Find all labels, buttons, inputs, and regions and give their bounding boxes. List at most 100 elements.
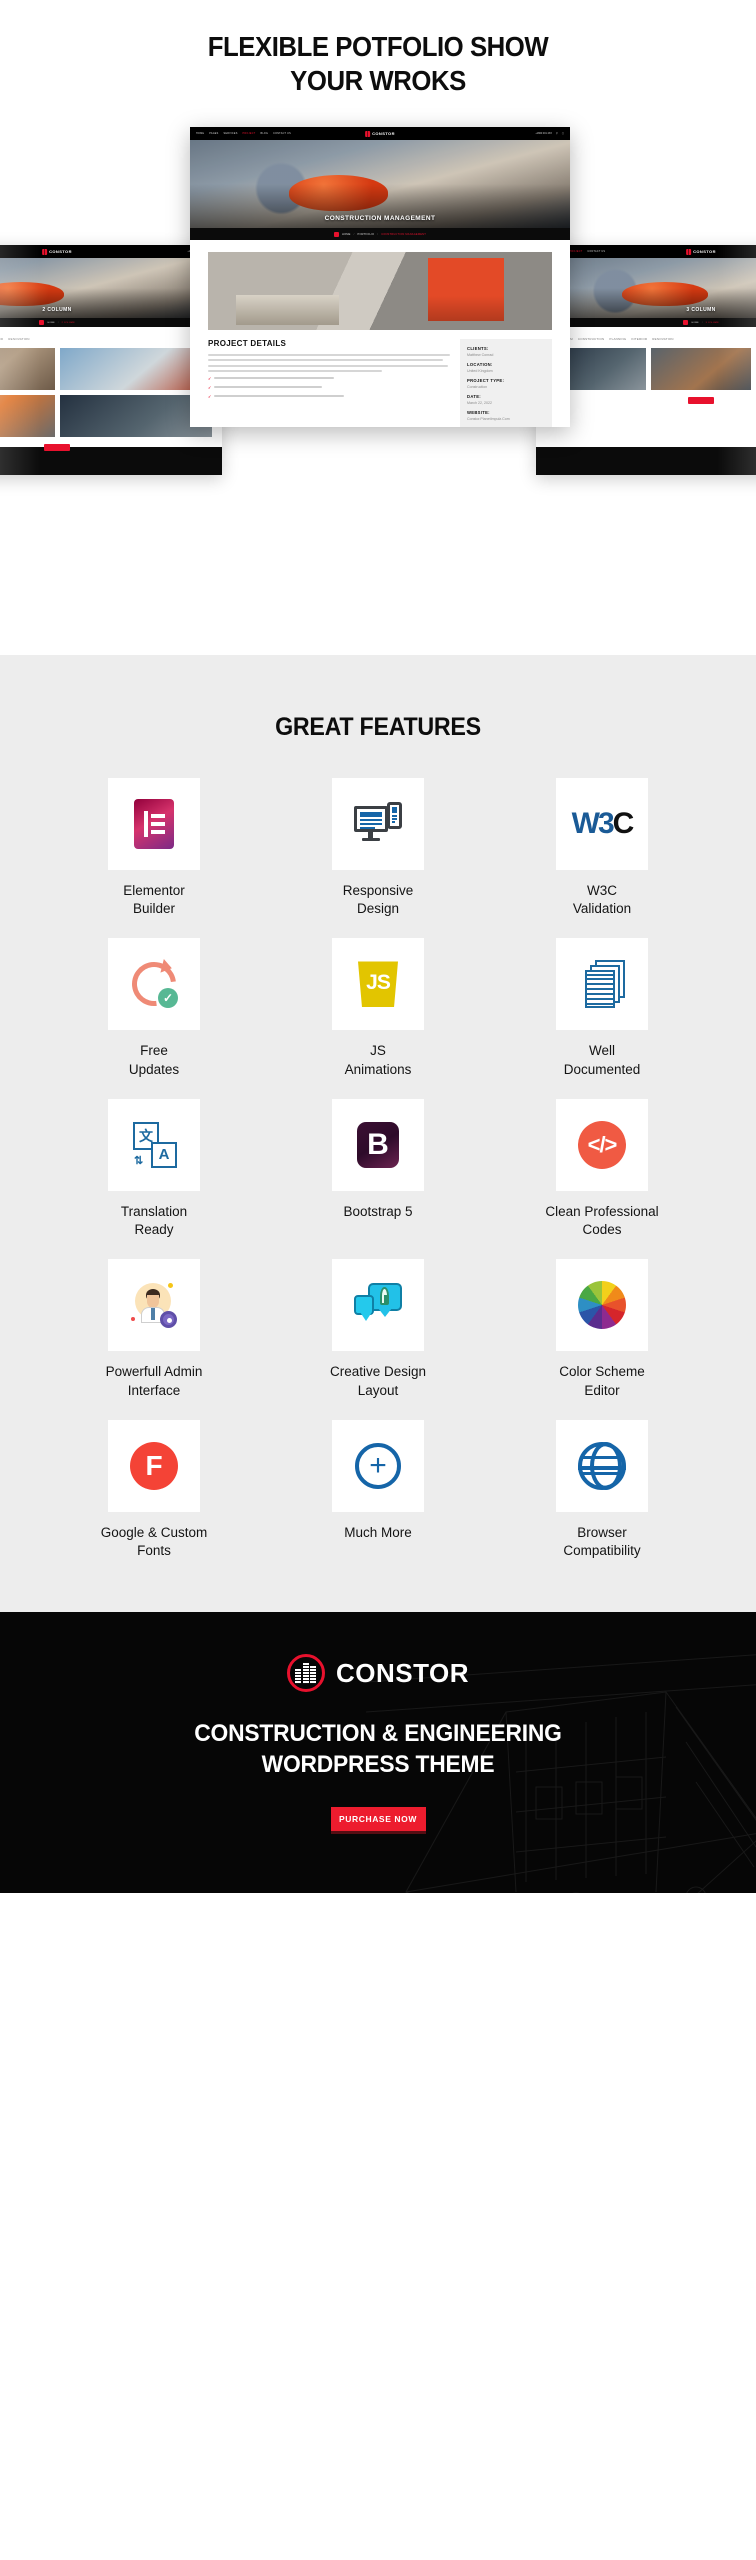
feature-label-line1: Browser — [577, 1524, 627, 1540]
brand-name: CONSTOR — [372, 131, 395, 137]
admin-user-icon — [129, 1281, 179, 1329]
feature-item-bootstrap-5[interactable]: B Bootstrap 5 — [266, 1098, 490, 1239]
phone-number: +1800 001 4XX — [535, 132, 552, 136]
feature-item-browser-compatibility[interactable]: Browser Compatibility — [490, 1419, 714, 1560]
hero-section: FLEXIBLE POTFOLIO SHOW YOUR WROKS HOME P… — [0, 0, 756, 655]
nav-link-pages[interactable]: PAGES — [209, 132, 218, 135]
feature-label-line1: Well — [588, 1043, 615, 1059]
feature-label: Browser Compatibility — [563, 1524, 640, 1560]
nav-link-home[interactable]: HOME — [196, 132, 204, 135]
brand-name: CONSTOR — [693, 249, 716, 255]
breadcrumb-home-icon — [39, 320, 45, 326]
check-text — [214, 386, 323, 389]
feature-icon-box: </> — [556, 1098, 648, 1191]
nav-link-project[interactable]: PROJECT — [570, 250, 583, 253]
portfolio-filter-bar[interactable]: ALL ITEM CONSTRUCTION PLANNING INTERIOR … — [0, 335, 212, 342]
breadcrumb-home-icon — [334, 231, 339, 237]
portfolio-thumb[interactable] — [0, 348, 55, 391]
w3c-icon: W3C — [571, 807, 635, 841]
feature-item-free-updates[interactable]: ✓ Free Updates — [42, 938, 266, 1078]
filter-planning[interactable]: PLANNING — [609, 337, 626, 341]
nav-link-blog[interactable]: BLOG — [260, 132, 268, 135]
text-line — [208, 354, 450, 357]
breadcrumb-separator: / — [701, 321, 703, 324]
feature-label: JS Animations — [345, 1042, 412, 1078]
mockup-brand-left[interactable]: CONSTOR — [42, 248, 72, 255]
check-text — [214, 395, 345, 398]
feature-label-line2: Layout — [357, 1382, 399, 1398]
feature-label-line1: Elementor — [123, 883, 185, 898]
mockup-hero-caption: CONSTRUCTION MANAGEMENT — [324, 215, 436, 223]
feature-item-js-animations[interactable]: JS JS Animations — [266, 938, 490, 1078]
meta-value: March 22, 2022 — [467, 401, 492, 406]
w3c-blue-text: W3 — [571, 807, 615, 840]
nav-link-contact[interactable]: CONTACT US — [273, 132, 291, 135]
mockup-brand-center[interactable]: CONSTOR — [365, 130, 395, 137]
feature-item-w3c-validation[interactable]: W3C W3C Validation — [490, 778, 714, 918]
filter-interior[interactable]: INTERIOR — [0, 337, 3, 341]
feature-item-clean-professional-codes[interactable]: </> Clean Professional Codes — [490, 1098, 714, 1239]
portfolio-thumb[interactable] — [0, 395, 55, 438]
cart-icon[interactable]: ▢ — [562, 132, 564, 135]
feature-label-line2: Interface — [127, 1382, 181, 1398]
feature-item-google-custom-fonts[interactable]: F Google & Custom Fonts — [42, 1419, 266, 1560]
feature-label-line2: Codes — [582, 1222, 622, 1238]
meta-key: DATE: — [467, 394, 481, 400]
meta-key: LOCATION: — [467, 362, 493, 368]
feature-label: Responsive Design — [343, 882, 414, 918]
javascript-icon: JS — [358, 961, 398, 1008]
feature-item-color-scheme-editor[interactable]: Color Scheme Editor — [490, 1259, 714, 1399]
feature-icon-box: F — [108, 1419, 200, 1512]
filter-construction[interactable]: CONSTRUCTION — [578, 337, 605, 341]
feature-item-creative-design-layout[interactable]: Creative Design Layout — [266, 1259, 490, 1399]
features-grid: Elementor Builder Responsive Design W3C … — [42, 778, 714, 1560]
mockup-project-detail[interactable]: HOME PAGES SERVICES PROJECT BLOG CONTACT… — [190, 127, 570, 428]
feature-label-line1: Creative Design — [329, 1364, 427, 1380]
portfolio-filter-bar[interactable]: ALL ITEM CONSTRUCTION PLANNING INTERIOR … — [546, 335, 756, 343]
feature-icon-box — [108, 1259, 200, 1352]
feature-item-powerfull-admin-interface[interactable]: Powerfull Admin Interface — [42, 1259, 266, 1399]
feature-icon-box: 文 ⇅ A — [108, 1098, 200, 1191]
breadcrumb-portfolio[interactable]: PORTFOLIO — [358, 233, 375, 236]
check-icon: ✓ — [208, 384, 212, 390]
nav-link-project[interactable]: PROJECT — [243, 132, 256, 135]
feature-item-much-more[interactable]: + Much More — [266, 1419, 490, 1560]
breadcrumb-current: 3 COLUMN — [705, 321, 719, 324]
load-more-button[interactable] — [688, 397, 714, 405]
nav-link-services[interactable]: SERVICES — [224, 132, 238, 135]
feature-item-elementor-builder[interactable]: Elementor Builder — [42, 778, 266, 918]
breadcrumb-home[interactable]: HOME — [691, 322, 698, 324]
mockup-two-column[interactable]: HOME PROJECT BLOG CONTACT US CONSTOR +18… — [0, 245, 222, 476]
purchase-now-button[interactable]: PURCHASE NOW — [330, 1806, 426, 1831]
cta-headline: CONSTRUCTION & ENGINEERING WORDPRESS THE… — [19, 1718, 737, 1780]
feature-label-line2: Editor — [584, 1382, 620, 1398]
mockup-portfolio-page: ALL ITEM CONSTRUCTION PLANNING INTERIOR … — [0, 327, 222, 452]
feature-icon-box: + — [332, 1419, 424, 1512]
filter-renovation[interactable]: RENOVATION — [652, 337, 673, 341]
filter-renovation[interactable]: RENOVATION — [8, 337, 29, 341]
check-icon: ✓ — [208, 375, 212, 381]
mockup-nav-right[interactable]: +1800 001 4XX ⚲ ▢ — [535, 132, 564, 135]
page-title: FLEXIBLE POTFOLIO SHOW YOUR WROKS — [30, 0, 726, 97]
mockup-breadcrumb: HOME / PORTFOLIO / CONSTRUCTION MANAGEME… — [190, 228, 570, 241]
feature-icon-box: JS — [332, 938, 424, 1031]
breadcrumb-home[interactable]: HOME — [342, 233, 351, 236]
feature-check-item: ✓ — [208, 394, 450, 399]
feature-item-well-documented[interactable]: Well Documented — [490, 938, 714, 1078]
meta-row: PROJECT TYPE: Construction — [467, 378, 545, 389]
feature-label-line1: Color Scheme — [559, 1364, 645, 1380]
meta-value: Constor.PlanetImpulz.Com — [467, 417, 510, 422]
feature-item-responsive-design[interactable]: Responsive Design — [266, 778, 490, 918]
feature-label: Bootstrap 5 — [343, 1203, 412, 1221]
feature-icon-box: W3C — [556, 778, 648, 870]
mockup-nav-links[interactable]: HOME PAGES SERVICES PROJECT BLOG CONTACT… — [196, 132, 291, 135]
mockup-brand-right[interactable]: CONSTOR — [686, 248, 716, 255]
nav-link-contact[interactable]: CONTACT US — [587, 250, 605, 253]
feature-icon-box — [332, 778, 424, 870]
search-icon[interactable]: ⚲ — [556, 132, 558, 135]
breadcrumb-home[interactable]: HOME — [47, 322, 54, 324]
portfolio-thumb[interactable] — [651, 348, 751, 391]
filter-interior[interactable]: INTERIOR — [631, 337, 647, 341]
feature-item-translation-ready[interactable]: 文 ⇅ A Translation Ready — [42, 1098, 266, 1239]
load-more-button[interactable] — [44, 444, 70, 452]
